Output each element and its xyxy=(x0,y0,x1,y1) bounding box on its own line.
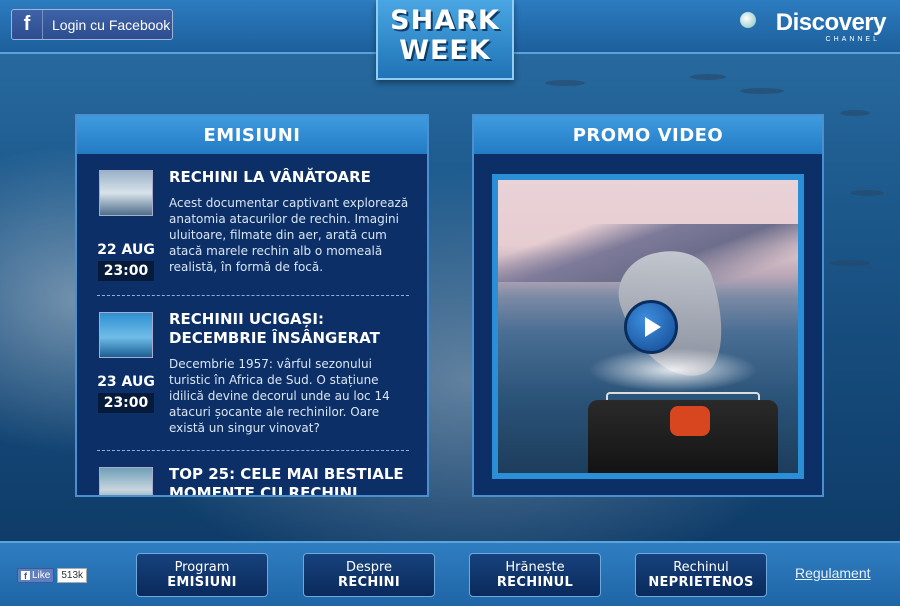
like-count: 513k xyxy=(57,568,88,583)
show-description: Decembrie 1957: vârful sezonului turisti… xyxy=(169,357,390,435)
show-thumbnail[interactable] xyxy=(99,312,153,358)
nav-line-2: NEPRIETENOS xyxy=(648,575,754,590)
facebook-icon: f xyxy=(21,571,30,581)
nav-line-2: EMISIUNI xyxy=(167,575,237,590)
nav-line-2: RECHINUL xyxy=(496,575,574,590)
background-fish xyxy=(830,260,870,266)
facebook-login-label: Login cu Facebook xyxy=(52,16,171,33)
show-title[interactable]: RECHINI LA VÂNĂTOARE xyxy=(169,168,409,187)
logo-line-2: WEEK xyxy=(399,35,491,66)
like-text: Like xyxy=(32,570,51,581)
video-splash xyxy=(588,348,758,392)
list-item[interactable]: 22 AUG 23:00 RECHINI LA VÂNĂTOARE Acest … xyxy=(97,154,409,296)
show-title[interactable]: RECHINII UCIGAȘI: DECEMBRIE ÎNSÂNGERAT xyxy=(169,310,409,348)
show-thumbnail[interactable] xyxy=(99,170,153,216)
nav-line-1: Program xyxy=(174,560,230,575)
channel-sub: CHANNEL xyxy=(825,36,880,43)
show-time: 23:00 xyxy=(97,393,155,413)
show-date: 22 AUG xyxy=(97,242,155,258)
background-fish xyxy=(840,110,870,116)
facebook-login-button[interactable]: f Login cu Facebook xyxy=(11,9,173,40)
nav-button-program-emisiuni[interactable]: Program EMISIUNI xyxy=(136,553,268,597)
show-info: RECHINII UCIGAȘI: DECEMBRIE ÎNSÂNGERAT D… xyxy=(169,310,409,436)
promo-video-panel: PROMO VIDEO xyxy=(472,114,824,497)
nav-button-hraneste-rechinul[interactable]: Hrănește RECHINUL xyxy=(469,553,601,597)
show-thumbnail[interactable] xyxy=(99,467,153,495)
show-date: 23 AUG xyxy=(97,374,155,390)
nav-line-2: RECHINI xyxy=(338,575,400,590)
background-fish xyxy=(850,190,884,196)
background-fish xyxy=(545,80,585,86)
facebook-like-button[interactable]: f Like 513k xyxy=(17,567,88,584)
nav-button-rechinul-neprietenos[interactable]: Rechinul NEPRIETENOS xyxy=(635,553,767,597)
rules-link[interactable]: Regulament xyxy=(795,565,871,581)
play-button[interactable] xyxy=(624,300,678,354)
list-item[interactable]: TOP 25: CELE MAI BESTIALE MOMENTE CU REC… xyxy=(97,451,409,495)
show-meta: 23 AUG 23:00 xyxy=(97,312,155,436)
facebook-icon: f xyxy=(12,10,43,39)
background-fish xyxy=(690,74,726,80)
nav-line-1: Hrănește xyxy=(505,560,565,575)
show-time: 23:00 xyxy=(97,261,155,281)
show-meta: 22 AUG 23:00 xyxy=(97,170,155,281)
video-frame xyxy=(492,174,804,479)
bottom-bar: f Like 513k Program EMISIUNI Despre RECH… xyxy=(0,541,900,606)
play-icon xyxy=(645,317,661,337)
channel-name: Discovery xyxy=(775,9,887,36)
show-title[interactable]: TOP 25: CELE MAI BESTIALE MOMENTE CU REC… xyxy=(169,465,409,495)
show-meta xyxy=(97,467,155,495)
shows-panel-title: EMISIUNI xyxy=(77,116,427,154)
logo-line-1: SHARK xyxy=(390,5,500,36)
show-info: RECHINI LA VÂNĂTOARE Acest documentar ca… xyxy=(169,168,409,281)
list-item[interactable]: 23 AUG 23:00 RECHINII UCIGAȘI: DECEMBRIE… xyxy=(97,296,409,451)
background-fish xyxy=(740,88,784,94)
show-list: 22 AUG 23:00 RECHINI LA VÂNĂTOARE Acest … xyxy=(77,154,427,495)
like-label: f Like xyxy=(17,568,55,583)
video-thumbnail[interactable] xyxy=(498,180,798,473)
promo-video-title: PROMO VIDEO xyxy=(474,116,822,154)
nav-line-1: Despre xyxy=(345,560,393,575)
show-description: Acest documentar captivant explorează an… xyxy=(169,196,409,274)
nav-line-1: Rechinul xyxy=(673,560,729,575)
shark-week-logo[interactable]: SHARK WEEK xyxy=(376,0,514,80)
globe-icon xyxy=(740,12,756,28)
shows-panel: EMISIUNI 22 AUG 23:00 RECHINI LA VÂNĂTOA… xyxy=(75,114,429,497)
video-person xyxy=(670,406,710,436)
discovery-channel-logo[interactable]: Discovery CHANNEL xyxy=(738,9,887,43)
show-info: TOP 25: CELE MAI BESTIALE MOMENTE CU REC… xyxy=(169,465,409,495)
nav-button-despre-rechini[interactable]: Despre RECHINI xyxy=(303,553,435,597)
